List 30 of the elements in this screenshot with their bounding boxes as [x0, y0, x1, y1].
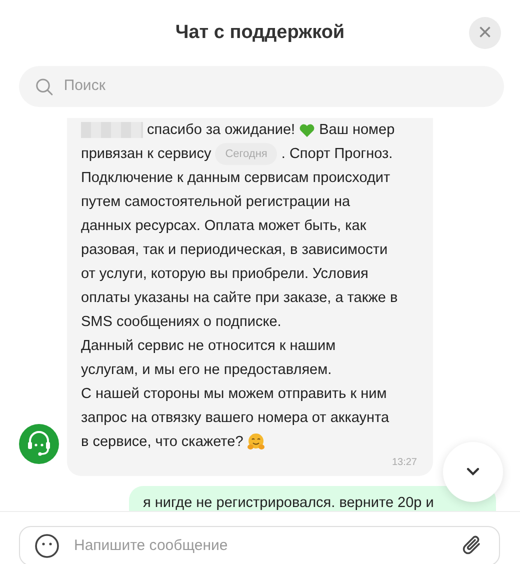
message-text: я нигде не регистрировался. верните 20р и: [143, 494, 434, 511]
search-input[interactable]: Поиск: [62, 74, 488, 99]
search-icon: [35, 76, 54, 96]
smiley-icon[interactable]: [34, 533, 60, 559]
chevron-down-icon: [466, 467, 480, 476]
message-text: SMS сообщениях о подписке.: [81, 313, 282, 332]
message-text: данных ресурсах. Оплата может быть, как: [81, 217, 366, 236]
message-text: разовая, так и периодическая, в зависимости: [81, 241, 388, 260]
search-bar[interactable]: Поиск: [19, 66, 504, 107]
message-text: привязан к сервису: [81, 145, 212, 164]
message-text: от услуги, которую вы приобрели. Условия: [81, 265, 368, 284]
message-text: запрос на отвязку вашего номера от аккаунта: [81, 409, 390, 428]
close-button[interactable]: ×: [469, 17, 501, 49]
message-text: . Спорт Прогноз.: [281, 145, 393, 164]
message-text: в сервисе, что скажете?: [81, 433, 244, 452]
message-text: С нашей стороны мы можем отправить к ним: [81, 385, 387, 404]
message-text: оплаты указаны на сайте при заказе, а также в: [81, 289, 398, 308]
message-time: 13:27: [390, 456, 418, 470]
message-text: Подключение к данным сервисам происходит: [81, 169, 390, 188]
message-text: Данный сервис не относится к нашим: [81, 337, 336, 356]
message-text: Ваш номер: [319, 121, 395, 140]
chat-title: Чат с поддержкой: [175, 20, 345, 45]
hug-emoji-icon: [247, 433, 266, 451]
message-text: спасибо за ожидание!: [147, 121, 296, 140]
date-label: Сегодня: [215, 143, 278, 165]
heart-icon: [299, 122, 316, 138]
support-avatar-icon: [19, 424, 59, 464]
message-bar[interactable]: Напишите сообщение: [19, 526, 500, 564]
message-text: путем самостоятельной регистрации на: [81, 193, 350, 212]
message-text: услугам, и мы его не предоставляем.: [81, 361, 332, 380]
